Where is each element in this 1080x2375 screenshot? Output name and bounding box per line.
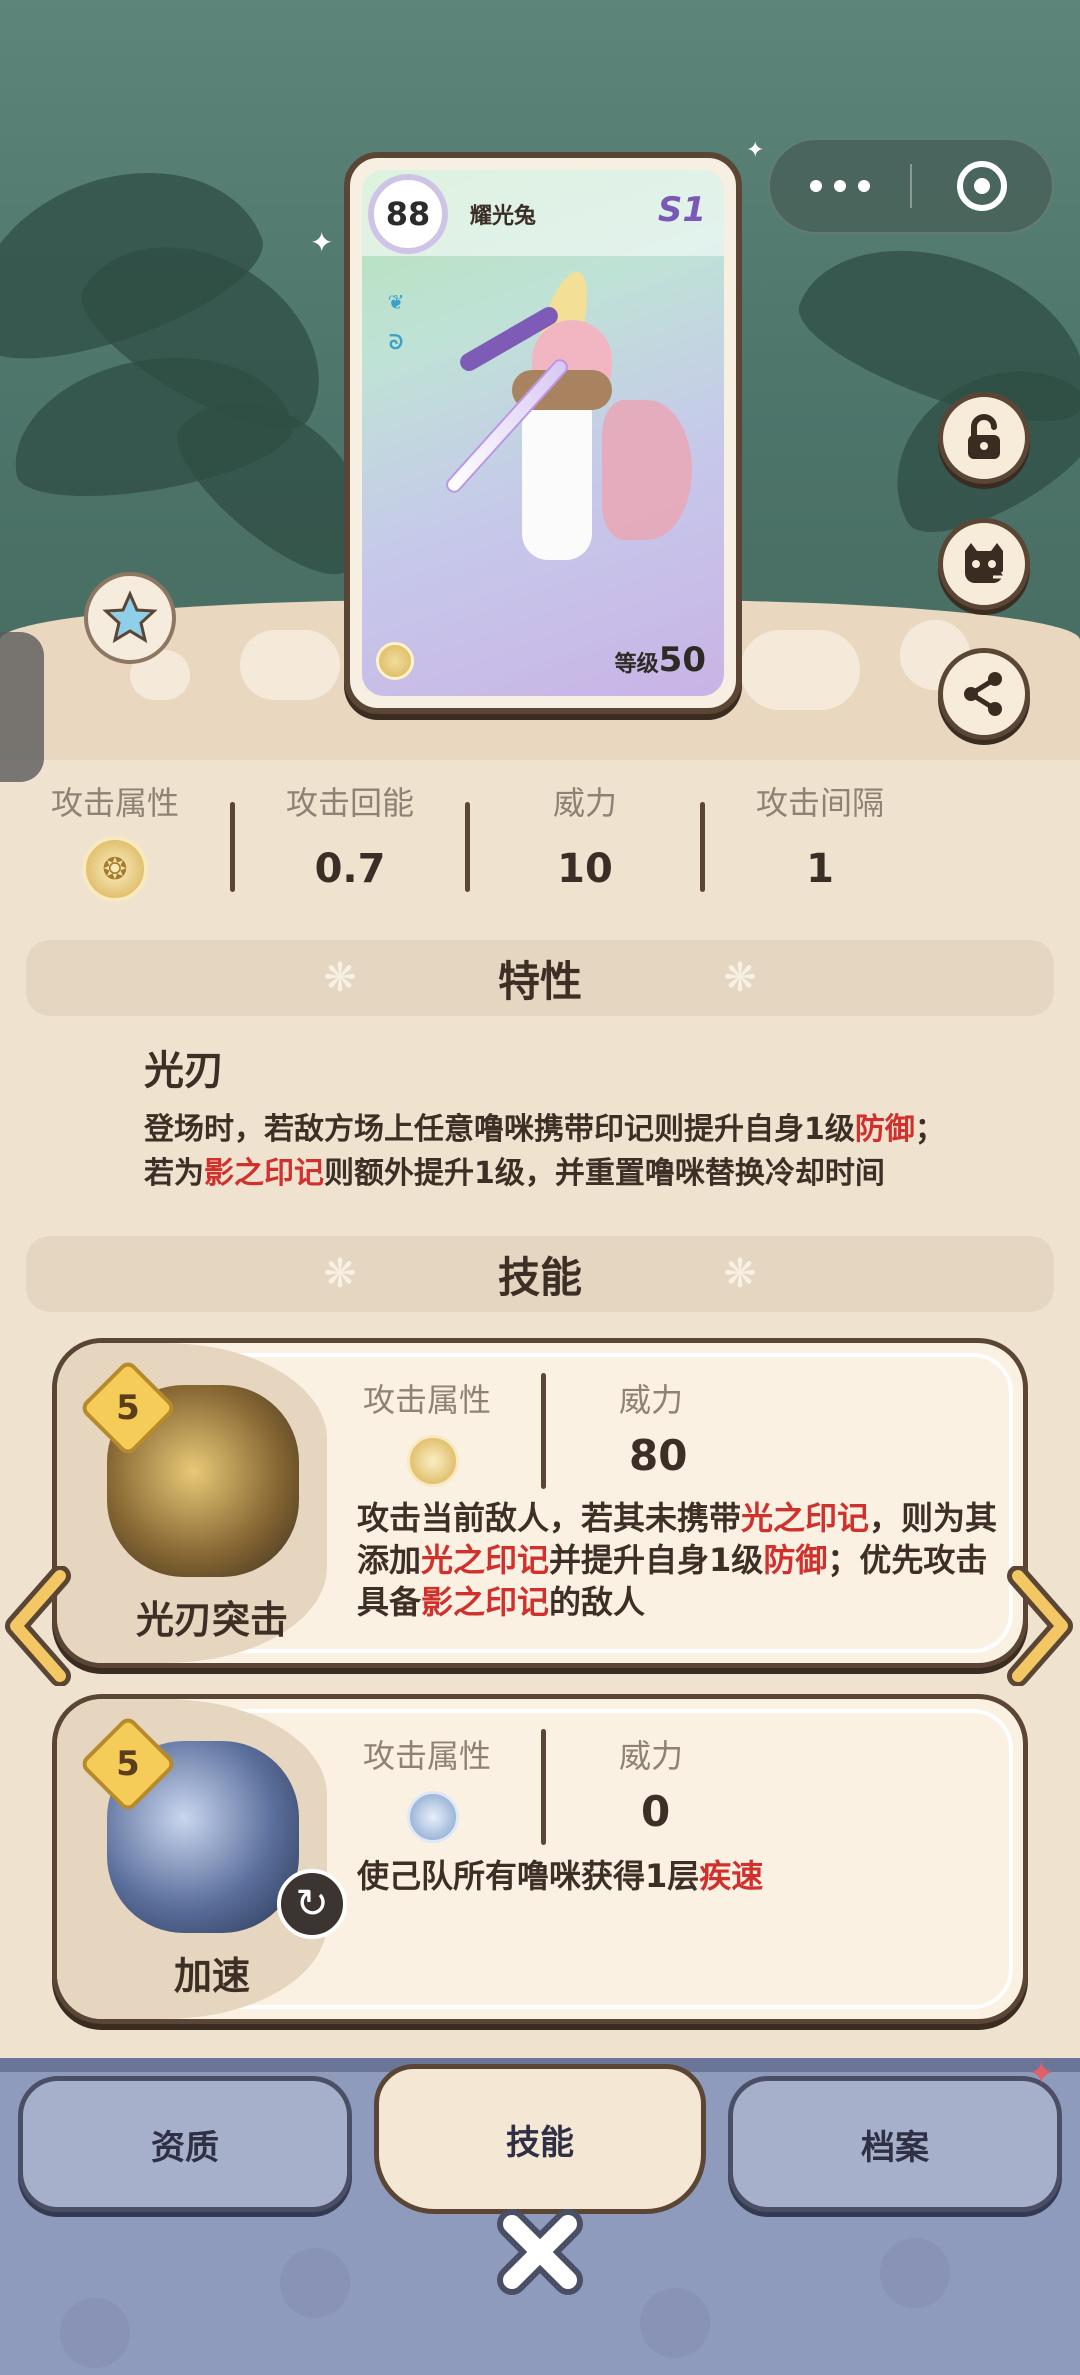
cat-swap-icon: [965, 543, 1011, 584]
star-icon: [102, 590, 158, 644]
stats-row: 攻击属性 ❂ 攻击回能 0.7 威力 10 攻击间隔 1: [0, 760, 1080, 910]
skill-card[interactable]: 5 光刃突击 攻击属性 威力 80 攻击当前敌人，若其未携带光之印记，则为其添加…: [52, 1338, 1028, 1668]
skill-section-header: ❋ 技能 ❋: [26, 1236, 1054, 1312]
tab-skills[interactable]: 技能: [374, 2064, 706, 2214]
card-level: 等级50: [614, 640, 706, 680]
share-button[interactable]: [938, 648, 1030, 740]
section-title: 技能: [497, 1252, 582, 1302]
flower-icon: ❋: [323, 1251, 357, 1297]
stat-value: 0.7: [314, 846, 386, 892]
flower-icon: ❋: [723, 1251, 757, 1297]
figure-wing: [602, 400, 692, 540]
sparkle-icon: ✦: [310, 226, 334, 259]
swap-button[interactable]: [938, 518, 1030, 610]
trait-section-header: ❋ 特性 ❋: [26, 940, 1054, 1016]
trait-block: 光刃 登场时，若敌方场上任意噜咪携带印记则提升自身1级防御；若为影之印记则额外提…: [144, 1038, 974, 1214]
skill-description: 使己队所有噜咪获得1层疾速: [357, 1857, 764, 1895]
divider: [541, 1373, 546, 1489]
close-button[interactable]: [494, 2206, 586, 2298]
flower-icon: ❋: [723, 955, 757, 1001]
cooldown-icon: ↻: [277, 1869, 347, 1939]
stat-label: 威力: [552, 784, 617, 822]
stat-label: 攻击间隔: [755, 784, 884, 822]
skill-power-value: 80: [629, 1431, 688, 1480]
divider: [541, 1729, 546, 1845]
next-arrow-button[interactable]: [1006, 1566, 1076, 1686]
skill-power-label: 威力: [619, 1381, 684, 1419]
light-element-icon: [376, 642, 414, 680]
light-element-icon: [407, 1435, 459, 1487]
trait-name: 光刃: [144, 1048, 224, 1094]
character-card[interactable]: 88 耀光兔 S1 ❦ ᘐ 等级50: [344, 152, 742, 714]
card-season: S1: [657, 190, 706, 230]
stat-value: 10: [557, 846, 613, 892]
skill-attr-label: 攻击属性: [363, 1381, 492, 1419]
section-title: 特性: [497, 956, 582, 1006]
unlock-icon: [968, 414, 1000, 459]
card-name: 耀光兔: [470, 204, 537, 229]
normal-element-icon: [407, 1791, 459, 1843]
skill-card[interactable]: 5 ↻ 加速 攻击属性 威力 0 使己队所有噜咪获得1层疾速: [52, 1694, 1028, 2024]
stat-attack-energy: 攻击回能 0.7: [235, 760, 465, 910]
mini-program-close-button[interactable]: [912, 161, 1052, 211]
unlock-button[interactable]: [938, 392, 1030, 484]
prev-arrow-button[interactable]: [2, 1566, 72, 1686]
chevron-left-icon: [5, 1566, 71, 1686]
skill-attr-label: 攻击属性: [363, 1737, 492, 1775]
skill-name: 光刃突击: [135, 1598, 288, 1642]
close-icon: [497, 2209, 583, 2295]
sparkle-icon: ✦: [746, 138, 765, 163]
flower-icon: ❋: [323, 955, 357, 1001]
stat-label: 攻击回能: [285, 784, 414, 822]
target-icon: [956, 161, 1007, 211]
swirl-icon: ᘐ: [388, 330, 404, 354]
tab-profile[interactable]: 档案: [728, 2076, 1062, 2212]
mini-program-capsule: [768, 138, 1054, 234]
stat-power: 威力 10: [470, 760, 700, 910]
stat-value: 1: [806, 846, 834, 892]
chevron-right-icon: [1007, 1566, 1073, 1686]
card-art: 88 耀光兔 S1 ❦ ᘐ 等级50: [362, 170, 724, 696]
stat-label: 攻击属性: [50, 784, 179, 822]
light-element-icon: ❂: [82, 836, 148, 902]
skill-power-label: 威力: [619, 1737, 684, 1775]
skill-power-value: 0: [641, 1787, 671, 1836]
trait-description: 登场时，若敌方场上任意噜咪携带印记则提升自身1级防御；若为影之印记则额外提升1级…: [144, 1112, 945, 1191]
tab-aptitude[interactable]: 资质: [18, 2076, 352, 2212]
stat-attack-interval: 攻击间隔 1: [705, 760, 935, 910]
skill-description: 攻击当前敌人，若其未携带光之印记，则为其添加光之印记并提升自身1级防御；优先攻击…: [357, 1499, 998, 1621]
card-level-badge: 88: [368, 174, 448, 254]
more-menu-button[interactable]: [770, 180, 910, 192]
leaf-icon: ❦: [387, 290, 405, 314]
stat-attack-attribute: 攻击属性 ❂: [0, 760, 230, 910]
skill-name: 加速: [173, 1954, 250, 1998]
share-icon: [964, 672, 1002, 716]
favorite-button[interactable]: [84, 572, 176, 664]
new-badge-icon: ✦: [1028, 2054, 1055, 2092]
